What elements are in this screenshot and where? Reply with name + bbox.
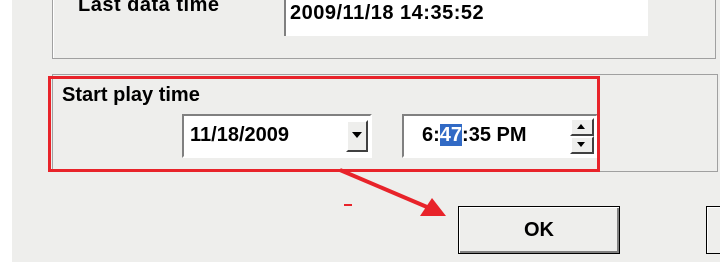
last-data-time-value: 2009/11/18 14:35:52 (290, 2, 485, 24)
left-edge (0, 0, 12, 262)
last-data-time-field: 2009/11/18 14:35:52 (284, 0, 648, 36)
dialog-window: Last data time 2009/11/18 14:35:52 Start… (0, 0, 720, 262)
last-data-time-label: Last data time (78, 0, 220, 16)
ok-button-label: OK (524, 219, 554, 241)
cancel-button[interactable] (706, 206, 720, 254)
ok-button[interactable]: OK (458, 206, 620, 254)
highlight-box (48, 76, 600, 172)
